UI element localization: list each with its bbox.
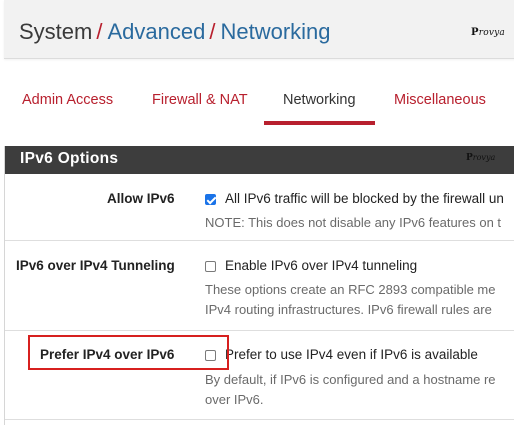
ipv6-over-ipv4-label: IPv6 over IPv4 Tunneling bbox=[16, 258, 175, 273]
provya-logo: Provya bbox=[466, 153, 496, 163]
panel-header: IPv6 Options Provya bbox=[5, 146, 514, 174]
form-row-allow-ipv6: Allow IPv6 All IPv6 traffic will be bloc… bbox=[5, 174, 514, 241]
tab-bar: Admin Access Firewall & NAT Networking M… bbox=[0, 78, 514, 126]
allow-ipv6-checkbox[interactable] bbox=[205, 194, 216, 205]
prefer-ipv4-help-line-2: over IPv6. bbox=[205, 392, 264, 407]
provya-logo: Provya bbox=[471, 27, 505, 38]
allow-ipv6-label: Allow IPv6 bbox=[107, 191, 175, 206]
tab-firewall-nat[interactable]: Firewall & NAT bbox=[152, 78, 248, 124]
page-header: System / Advanced / Networking Provya bbox=[4, 0, 514, 59]
page: System / Advanced / Networking Provya Admin … bbox=[0, 0, 514, 425]
breadcrumb-advanced-link[interactable]: Advanced bbox=[107, 19, 205, 44]
allow-ipv6-help: NOTE: This does not disable any IPv6 fea… bbox=[205, 215, 502, 230]
ipv6-over-ipv4-help-line-2: IPv4 routing infrastructures. IPv6 firew… bbox=[205, 302, 492, 317]
provya-logo-text: rovya bbox=[478, 28, 505, 38]
prefer-ipv4-help-line-1: By default, if IPv6 is configured and a … bbox=[205, 372, 496, 387]
panel-title: IPv6 Options bbox=[20, 150, 119, 167]
tab-networking[interactable]: Networking bbox=[264, 78, 374, 125]
allow-ipv6-checkbox-label[interactable]: All IPv6 traffic will be blocked by the … bbox=[225, 191, 504, 206]
ipv6-over-ipv4-checkbox[interactable] bbox=[205, 261, 216, 272]
tab-miscellaneous[interactable]: Miscellaneous bbox=[394, 78, 486, 124]
ipv6-over-ipv4-help-line-1: These options create an RFC 2893 compati… bbox=[205, 282, 496, 297]
breadcrumb-networking-link[interactable]: Networking bbox=[220, 19, 330, 44]
highlight-annotation bbox=[28, 335, 229, 370]
form-row-ipv6-over-ipv4: IPv6 over IPv4 Tunneling Enable IPv6 ove… bbox=[5, 241, 514, 331]
tab-admin-access[interactable]: Admin Access bbox=[22, 78, 113, 124]
ipv6-options-panel: IPv6 Options Provya Allow IPv6 All IPv6 … bbox=[4, 146, 514, 425]
breadcrumb-separator: / bbox=[96, 19, 103, 44]
breadcrumb: System / Advanced / Networking bbox=[19, 18, 331, 46]
prefer-ipv4-checkbox-label[interactable]: Prefer to use IPv4 even if IPv6 is avail… bbox=[225, 347, 478, 362]
ipv6-over-ipv4-checkbox-label[interactable]: Enable IPv6 over IPv4 tunneling bbox=[225, 258, 417, 273]
breadcrumb-separator: / bbox=[209, 19, 216, 44]
breadcrumb-system: System bbox=[19, 19, 93, 44]
